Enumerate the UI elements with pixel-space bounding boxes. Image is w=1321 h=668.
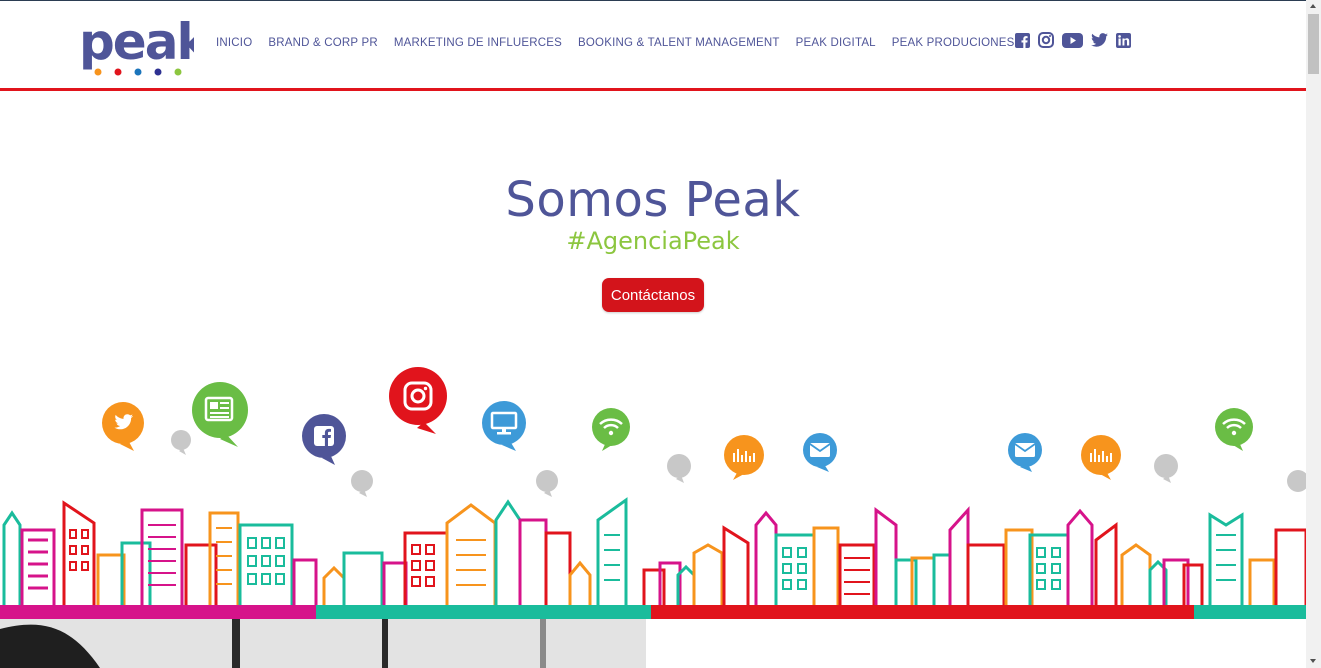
nav-inicio[interactable]: INICIO [216,37,252,49]
city-illustration [0,360,1309,620]
hero-title: Somos Peak [505,172,801,228]
instagram-icon[interactable] [1038,32,1054,53]
social-links [1015,32,1131,53]
peak-logo[interactable]: peak [79,13,213,79]
nav-peak-producciones[interactable]: PEAK PRODUCIONES [892,37,1015,49]
facebook-bubble-icon [302,414,346,465]
header-divider [0,88,1306,91]
twitter-bubble-icon [102,402,144,451]
twitter-icon[interactable] [1091,33,1108,52]
svg-text:peak: peak [79,13,194,71]
youtube-icon[interactable] [1062,32,1083,53]
wifi-bubble-icon [592,408,630,451]
chart-bubble-icon-2 [1081,435,1121,480]
facebook-icon[interactable] [1015,32,1030,53]
site-header: peak INICIO BRAND & CORP PR MARKETING DE… [0,1,1306,88]
nav-peak-digital[interactable]: PEAK DIGITAL [796,37,876,49]
wifi-bubble-icon-2 [1215,408,1253,451]
linkedin-icon[interactable] [1116,32,1131,53]
main-nav: INICIO BRAND & CORP PR MARKETING DE INFL… [216,37,1014,49]
scrollbar-thumb[interactable] [1308,14,1319,74]
nav-booking-talent[interactable]: BOOKING & TALENT MANAGEMENT [578,37,780,49]
nav-brand-corp-pr[interactable]: BRAND & CORP PR [268,37,378,49]
contact-button[interactable]: Contáctanos [602,278,704,312]
page-scrollbar[interactable] [1306,0,1321,668]
nav-marketing-influencers[interactable]: MARKETING DE INFLUERCES [394,37,562,49]
hero-photo [0,619,646,668]
monitor-bubble-icon [482,401,526,451]
scroll-up-arrow-icon[interactable] [1310,4,1316,8]
mail-bubble-icon-2 [1008,433,1042,472]
news-bubble-icon [192,382,248,447]
instagram-bubble-icon [389,367,447,434]
hero-hashtag: #AgenciaPeak [566,227,740,255]
mail-bubble-icon [803,433,837,472]
chart-bubble-icon [724,435,764,480]
scroll-down-arrow-icon[interactable] [1310,659,1316,663]
